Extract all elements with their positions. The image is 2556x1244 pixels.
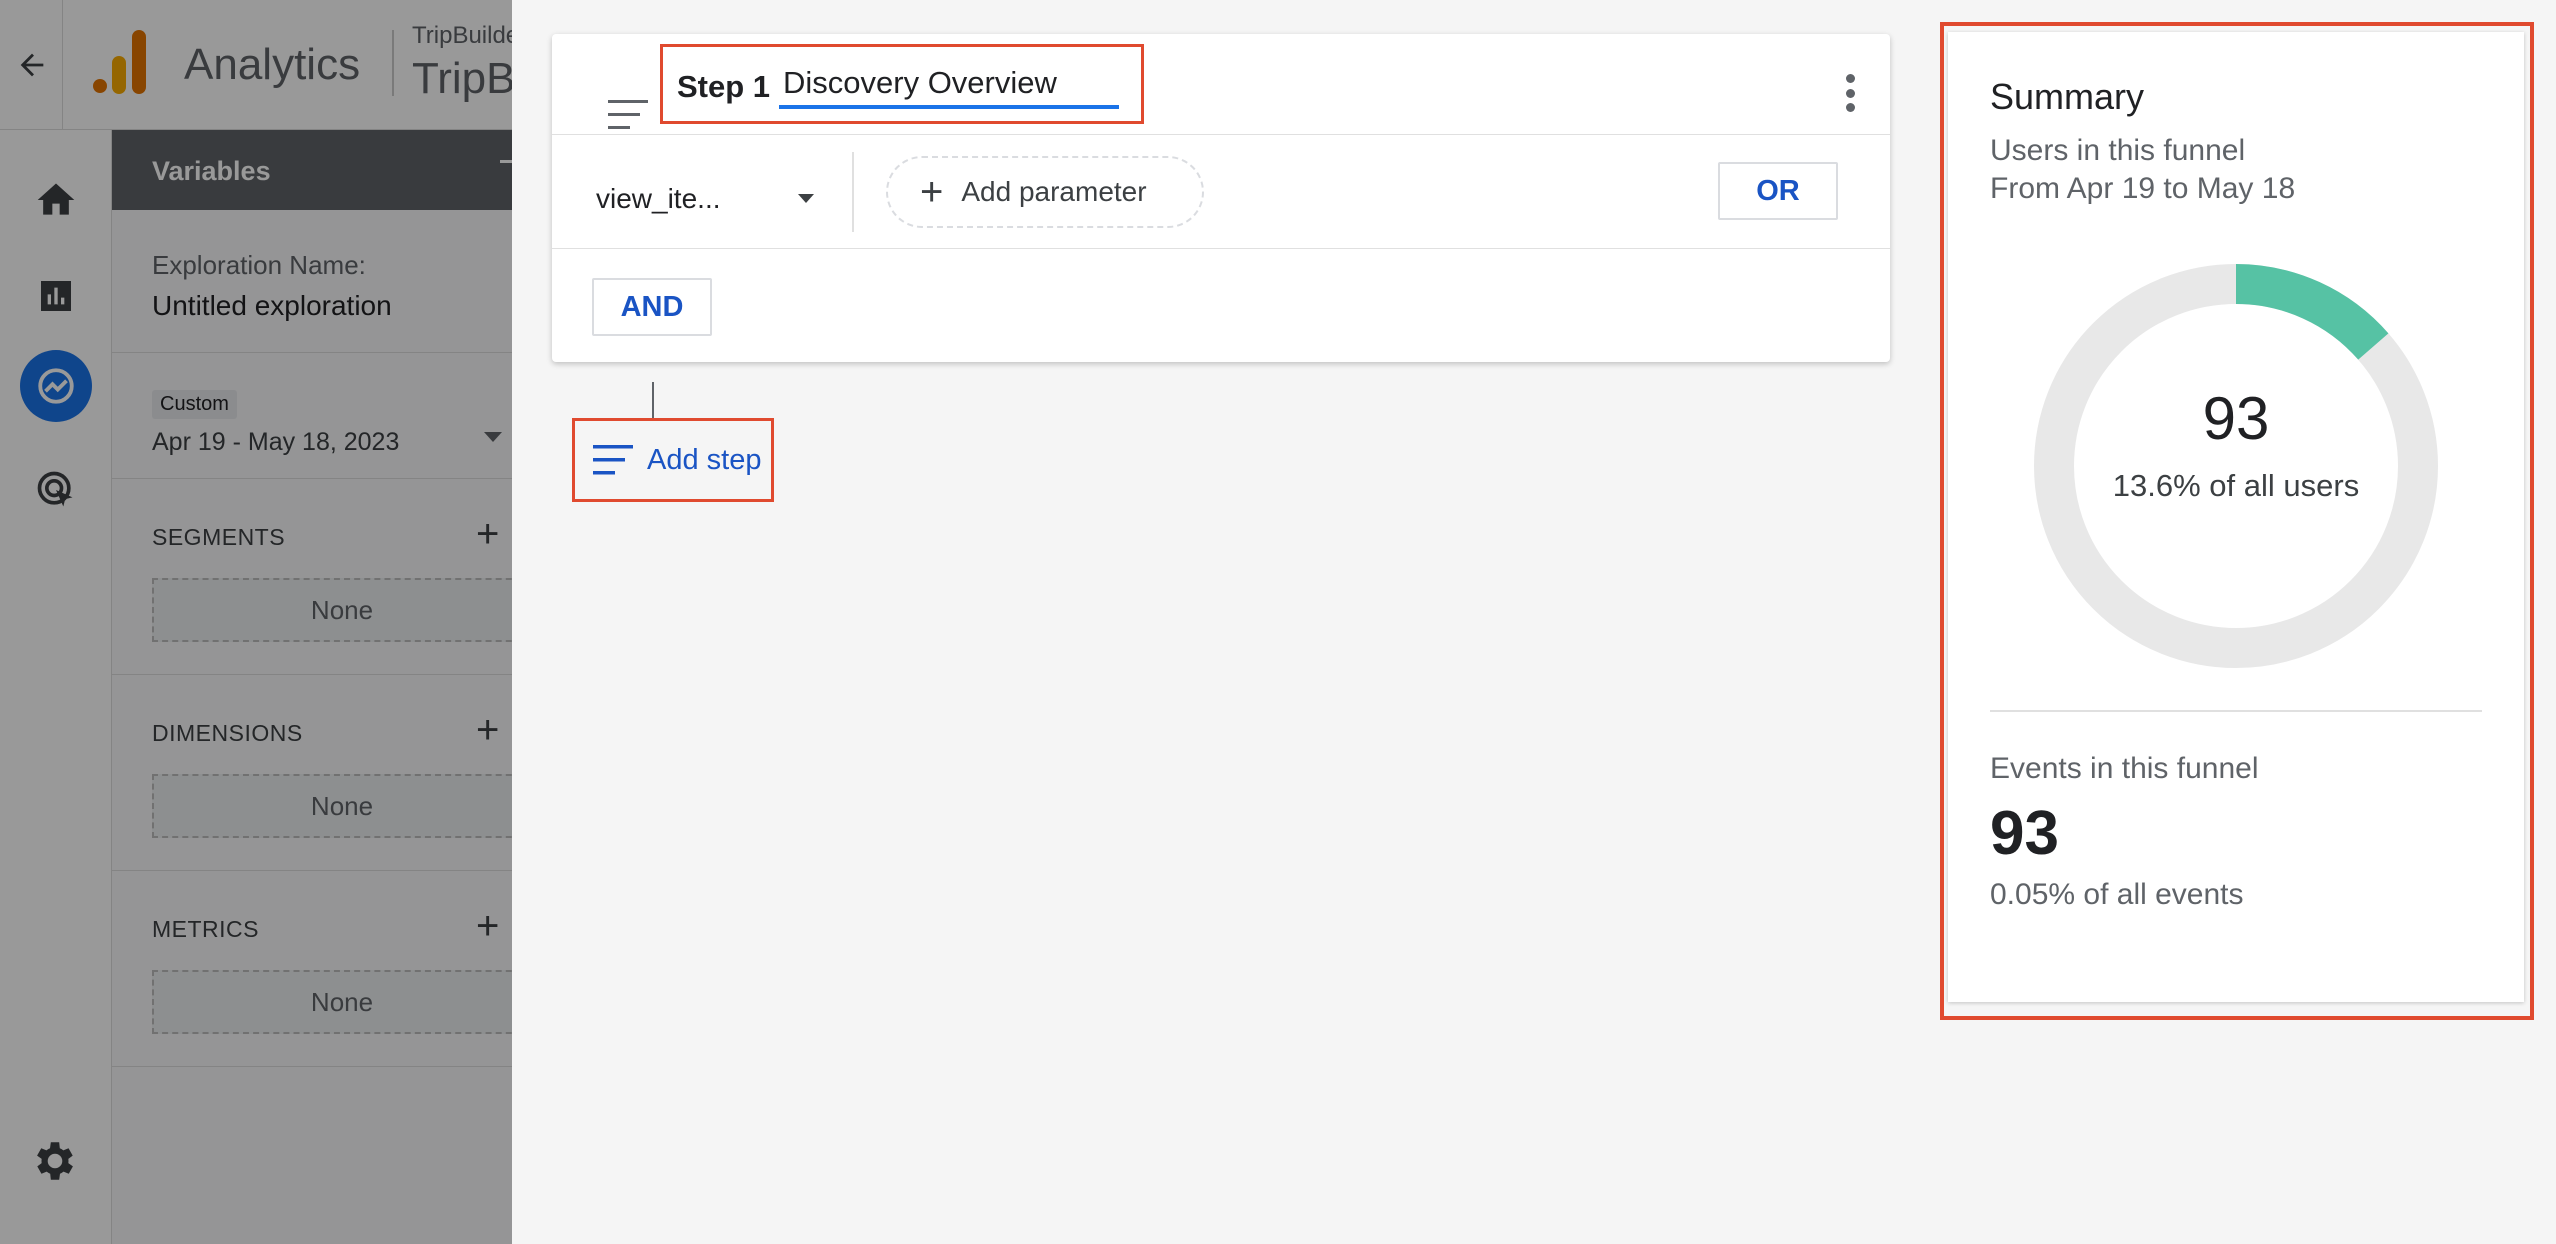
- users-percent: 13.6% of all users: [2112, 468, 2360, 503]
- funnel-step-editor: Step 1 view_ite... + Add parameter OR AN…: [512, 0, 2556, 1244]
- add-step-icon: [593, 445, 633, 475]
- vertical-divider: [852, 152, 854, 232]
- add-parameter-button[interactable]: + Add parameter: [886, 156, 1204, 228]
- users-in-funnel-label: Users in this funnel: [1990, 134, 2246, 167]
- summary-title: Summary: [1990, 76, 2145, 117]
- users-count: 93: [2202, 385, 2270, 452]
- step-name-input[interactable]: [779, 61, 1119, 109]
- add-step-label: Add step: [647, 443, 762, 476]
- plus-icon: +: [920, 170, 944, 214]
- step-connector: [652, 382, 654, 418]
- users-donut-chart: [2034, 264, 2438, 668]
- more-vert-icon[interactable]: [1842, 70, 1858, 116]
- divider: [552, 134, 1890, 135]
- step-number-label: Step 1: [677, 69, 771, 104]
- and-button[interactable]: AND: [592, 278, 712, 336]
- step-title-box: Step 1: [660, 44, 1144, 124]
- divider: [552, 248, 1890, 249]
- event-name: view_ite...: [596, 183, 721, 214]
- events-count: 93: [1990, 799, 2059, 868]
- divider: [1990, 710, 2482, 712]
- add-step-button[interactable]: Add step: [572, 418, 774, 502]
- add-parameter-label: Add parameter: [961, 176, 1147, 207]
- events-percent: 0.05% of all events: [1990, 878, 2244, 911]
- chevron-down-icon: [798, 194, 814, 203]
- event-select[interactable]: view_ite...: [596, 174, 826, 224]
- drag-handle-icon[interactable]: [608, 100, 648, 130]
- events-in-funnel-label: Events in this funnel: [1990, 752, 2259, 785]
- modal-scrim[interactable]: [0, 0, 512, 1244]
- summary-card: Summary Users in this funnel From Apr 19…: [1948, 32, 2524, 1002]
- step-card: Step 1 view_ite... + Add parameter OR AN…: [552, 34, 1890, 362]
- or-button[interactable]: OR: [1718, 162, 1838, 220]
- summary-date-range: From Apr 19 to May 18: [1990, 172, 2296, 205]
